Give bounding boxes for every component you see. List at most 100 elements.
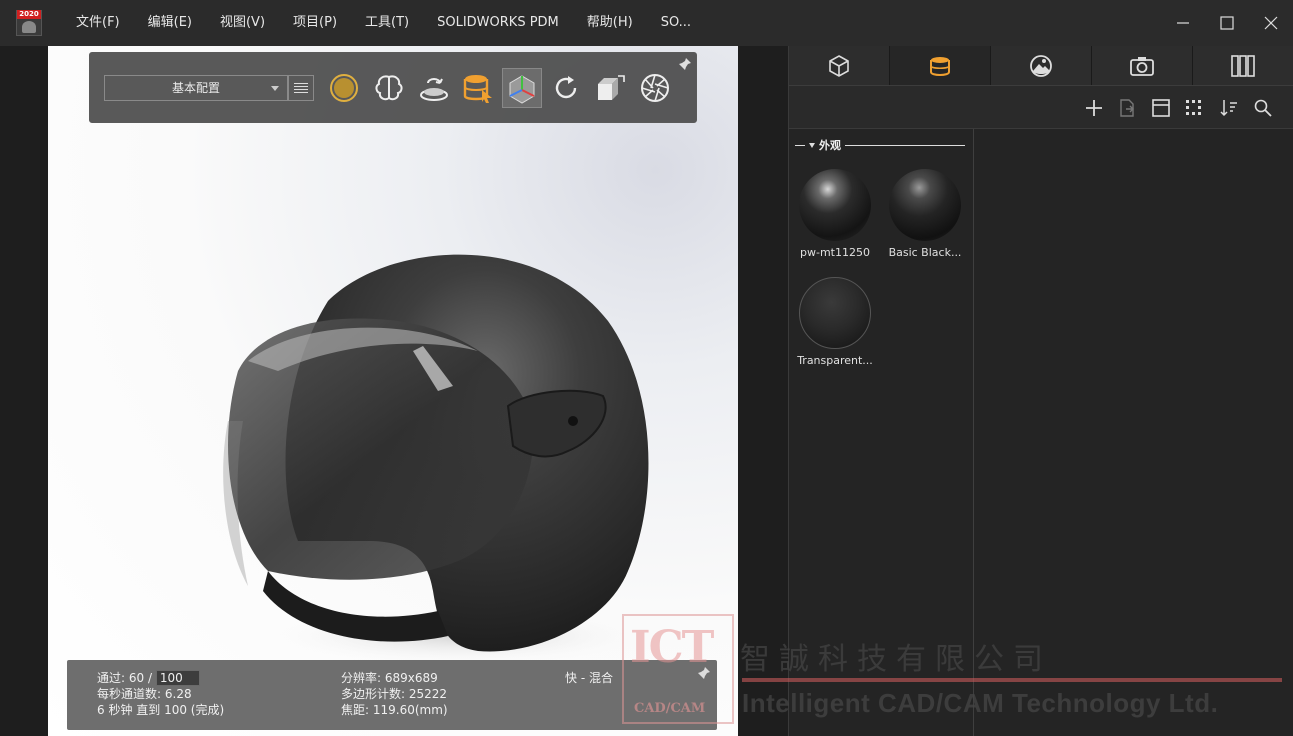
menu-help[interactable]: 帮助(H) <box>573 0 647 46</box>
resolution-text: 分辨率: 689x689 <box>341 671 438 685</box>
thumbnail-grid-button[interactable] <box>1183 97 1205 119</box>
status-info-column: 分辨率: 689x689 多边形计数: 25222 焦距: 119.60(mm) <box>341 670 448 718</box>
library-actions <box>789 86 1293 129</box>
material-drop-icon <box>463 75 492 103</box>
menu-edit[interactable]: 编辑(E) <box>134 0 206 46</box>
time-remaining: 6 秒钟 直到 100 (完成) <box>97 703 225 717</box>
menu-file[interactable]: 文件(F) <box>62 0 134 46</box>
render-sphere-button[interactable] <box>324 68 364 108</box>
watermark-logo-subtitle: CAD/CAM <box>634 701 706 716</box>
focal-length-text: 焦距: 119.60(mm) <box>341 703 448 717</box>
helmet-render <box>223 254 658 666</box>
pps-label: 每秒通道数: <box>97 687 162 701</box>
helmet-glyph-icon <box>22 21 36 33</box>
model-cube-icon <box>829 54 849 77</box>
tab-environment[interactable] <box>991 46 1092 85</box>
materials-drum-icon <box>930 56 950 76</box>
brain-button[interactable] <box>369 68 409 108</box>
library-panel: 外观 pw-mt11250 Basic Black... Transparent… <box>788 46 1293 736</box>
passes-current: 60 / <box>128 671 153 685</box>
material-thumbnail <box>799 169 871 241</box>
scene-gizmo-button[interactable] <box>502 68 542 108</box>
collapse-triangle-icon <box>809 142 815 148</box>
watermark-company-chinese: 智誠科技有限公司 <box>740 642 1052 677</box>
sort-icon <box>1220 100 1237 117</box>
watermark-logo-letters: ICT <box>630 622 714 673</box>
aperture-button[interactable] <box>635 68 675 108</box>
cube-resize-icon <box>598 75 625 100</box>
menu-solidworks-pdm[interactable]: SOLIDWORKS PDM <box>423 0 573 46</box>
refresh-button[interactable] <box>546 68 586 108</box>
grid-icon <box>1186 100 1201 115</box>
material-name: Transparent... <box>797 354 873 367</box>
tab-materials[interactable] <box>890 46 991 85</box>
material-thumbnail <box>799 277 871 349</box>
menu-tools[interactable]: 工具(T) <box>351 0 423 46</box>
material-item[interactable]: pw-mt11250 <box>796 169 874 259</box>
cube-resize-button[interactable] <box>590 68 630 108</box>
export-button[interactable] <box>1116 97 1138 119</box>
brain-icon <box>375 75 403 101</box>
tab-camera[interactable] <box>1092 46 1193 85</box>
maximize-icon <box>1220 16 1234 30</box>
menu-overflow[interactable]: SO... <box>647 0 705 46</box>
turntable-icon <box>420 78 448 101</box>
minimize-icon <box>1177 22 1189 24</box>
panel-view-icon <box>1152 99 1170 117</box>
material-item[interactable]: Transparent... <box>796 277 874 367</box>
pps-row: 每秒通道数: 6.28 <box>97 686 224 702</box>
appearance-section-header[interactable]: 外观 <box>795 139 965 152</box>
refresh-icon <box>555 76 577 99</box>
appearance-section-title: 外观 <box>819 139 841 152</box>
passes-row: 通过: 60 / 100 <box>97 670 224 686</box>
menu-view[interactable]: 视图(V) <box>206 0 279 46</box>
close-button[interactable] <box>1249 0 1293 46</box>
passes-max-input[interactable]: 100 <box>155 670 200 686</box>
maximize-button[interactable] <box>1205 0 1249 46</box>
pps-value: 6.28 <box>164 687 192 701</box>
aperture-icon <box>641 74 669 102</box>
material-name: pw-mt11250 <box>800 246 870 259</box>
app-version-year: 2020 <box>17 10 41 19</box>
render-status-overlay: 通过: 60 / 100 每秒通道数: 6.28 6 秒钟 直到 100 (完成… <box>67 660 717 730</box>
add-button[interactable] <box>1083 97 1105 119</box>
minimize-button[interactable] <box>1161 0 1205 46</box>
menu-bar: 文件(F) 编辑(E) 视图(V) 项目(P) 工具(T) SOLIDWORKS… <box>62 0 705 46</box>
material-button[interactable] <box>458 68 498 108</box>
panel-tabs <box>789 46 1293 86</box>
scene-gizmo-icon <box>509 75 535 104</box>
view-toggle-button[interactable] <box>1150 97 1172 119</box>
configuration-list-button[interactable] <box>288 75 314 101</box>
app-logo-icon[interactable]: 2020 <box>16 10 42 36</box>
search-button[interactable] <box>1252 97 1274 119</box>
status-passes-column: 通过: 60 / 100 每秒通道数: 6.28 6 秒钟 直到 100 (完成… <box>97 670 224 718</box>
material-thumbnail <box>889 169 961 241</box>
polycount-text: 多边形计数: 25222 <box>341 687 448 701</box>
textures-icon <box>1231 54 1255 77</box>
export-file-icon <box>1120 99 1134 117</box>
render-sphere-icon <box>330 74 358 102</box>
configuration-value: 基本配置 <box>171 81 220 95</box>
window-controls <box>1161 0 1293 46</box>
render-toolbar: 基本配置 <box>89 52 697 123</box>
environment-icon <box>1030 54 1052 77</box>
sort-button[interactable] <box>1218 97 1240 119</box>
material-item[interactable]: Basic Black... <box>886 169 964 259</box>
close-icon <box>1264 16 1278 30</box>
watermark-company-english: Intelligent CAD/CAM Technology Ltd. <box>742 688 1219 718</box>
render-mode-text[interactable]: 快 - 混合 <box>565 670 613 686</box>
camera-icon <box>1130 56 1154 76</box>
plus-icon <box>1086 100 1102 116</box>
menu-project[interactable]: 项目(P) <box>279 0 351 46</box>
tab-textures[interactable] <box>1193 46 1293 85</box>
search-icon <box>1254 99 1272 117</box>
material-name: Basic Black... <box>888 246 962 259</box>
passes-label: 通过: <box>97 671 126 685</box>
watermark-divider <box>742 678 1282 682</box>
tab-model[interactable] <box>789 46 890 85</box>
chevron-down-icon <box>271 86 279 91</box>
turntable-button[interactable] <box>414 68 454 108</box>
configuration-select[interactable]: 基本配置 <box>104 75 288 101</box>
watermark-logo: ICT CAD/CAM <box>622 614 734 724</box>
pin-toolbar-icon[interactable] <box>678 57 692 71</box>
